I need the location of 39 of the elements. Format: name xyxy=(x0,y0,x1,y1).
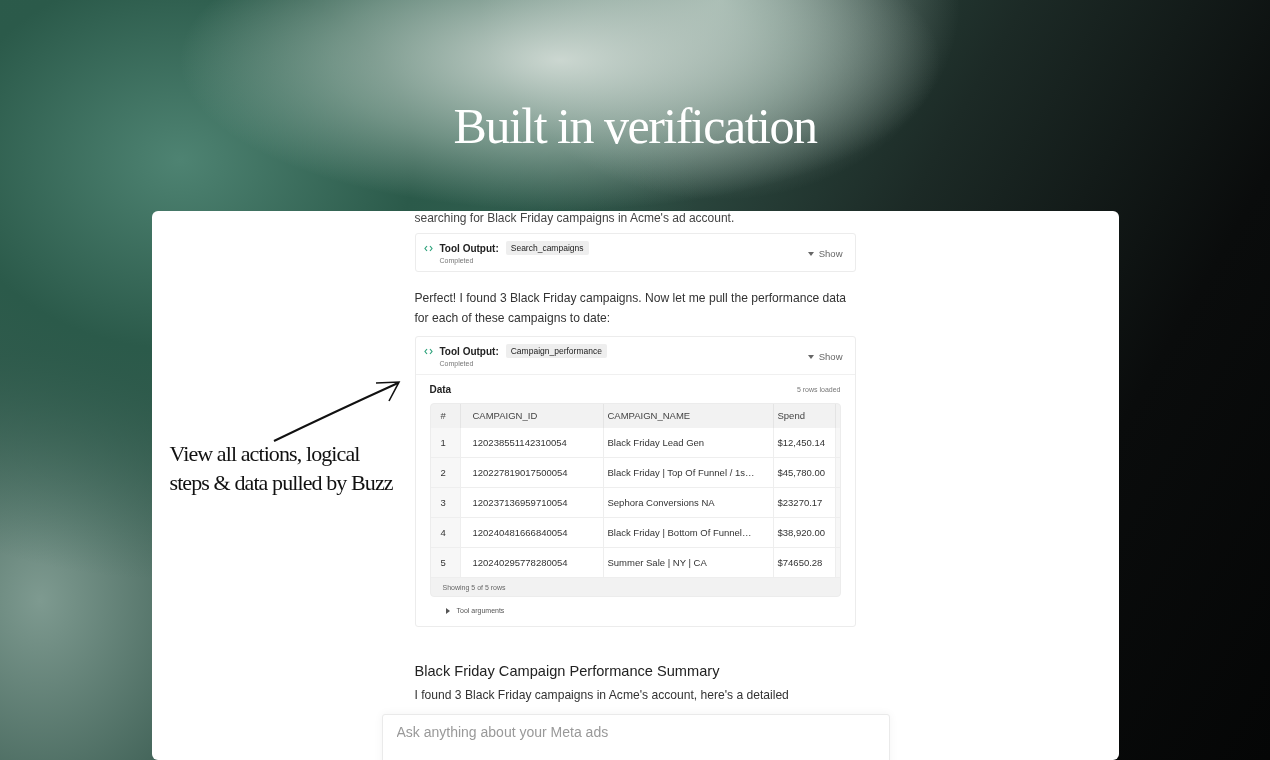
table-cell: 5 xyxy=(430,548,461,578)
page-title: Built in verification xyxy=(453,97,817,156)
table-cell: 120227819017500054 xyxy=(460,458,604,488)
table-cell: Black Friday Lead Gen xyxy=(603,428,774,458)
section-heading: Black Friday Campaign Performance Summary xyxy=(414,663,721,679)
tool-name-tag: Campaign_performance xyxy=(505,344,607,358)
tool-name-tag: Search_campaigns xyxy=(505,241,589,255)
message-text: Perfect! I found 3 Black Friday campaigns. Now let me pull the performance data for each of these campaigns to date: xyxy=(414,290,848,327)
table-cell: 120237136959710054 xyxy=(460,488,604,518)
annotation-text: View all actions, logical steps & data pulled by Buzz xyxy=(169,440,394,497)
table-cell: $45,780.00 xyxy=(773,458,836,488)
table-cell: 4 xyxy=(430,518,461,548)
table-cell: 2 xyxy=(430,458,461,488)
table-cell: Black Friday | Bottom Of Funnel… xyxy=(603,518,774,548)
caret-icon xyxy=(807,251,814,256)
table-cell: Black Friday | Top Of Funnel / 1s… xyxy=(603,458,774,488)
caret-icon xyxy=(445,607,450,614)
table-cell: 1 xyxy=(430,428,461,458)
table-cell: 120240295778280054 xyxy=(460,548,604,578)
table-cell: Summer Sale | NY | CA xyxy=(603,548,774,578)
message-text: I found 3 Black Friday campaigns in Acme's account, here's a detailed xyxy=(414,687,790,704)
table-cell: Sephora Conversions NA xyxy=(603,488,774,518)
tool-output-label: Tool Output: xyxy=(439,345,499,357)
chat-input[interactable]: Ask anything about your Meta ads xyxy=(381,714,890,760)
table-cell: $38,920.00 xyxy=(773,518,836,548)
tool-output-label: Tool Output: xyxy=(439,242,499,254)
caret-icon xyxy=(807,354,814,359)
data-title: Data xyxy=(429,384,452,395)
table-cell: 3 xyxy=(430,488,461,518)
code-icon xyxy=(423,348,433,355)
table-cell: $23270.17 xyxy=(773,488,836,518)
show-toggle[interactable]: Show xyxy=(807,248,843,259)
code-icon xyxy=(423,245,433,252)
show-toggle[interactable]: Show xyxy=(807,351,843,362)
table-cell: $12,450.14 xyxy=(773,428,836,458)
message-text: searching for Black Friday campaigns in Acme's ad account. xyxy=(414,211,736,225)
table-cell: $74650.28 xyxy=(773,548,836,578)
table-cell: 120240481666840054 xyxy=(460,518,604,548)
table-cell: 120238551142310054 xyxy=(460,428,604,458)
